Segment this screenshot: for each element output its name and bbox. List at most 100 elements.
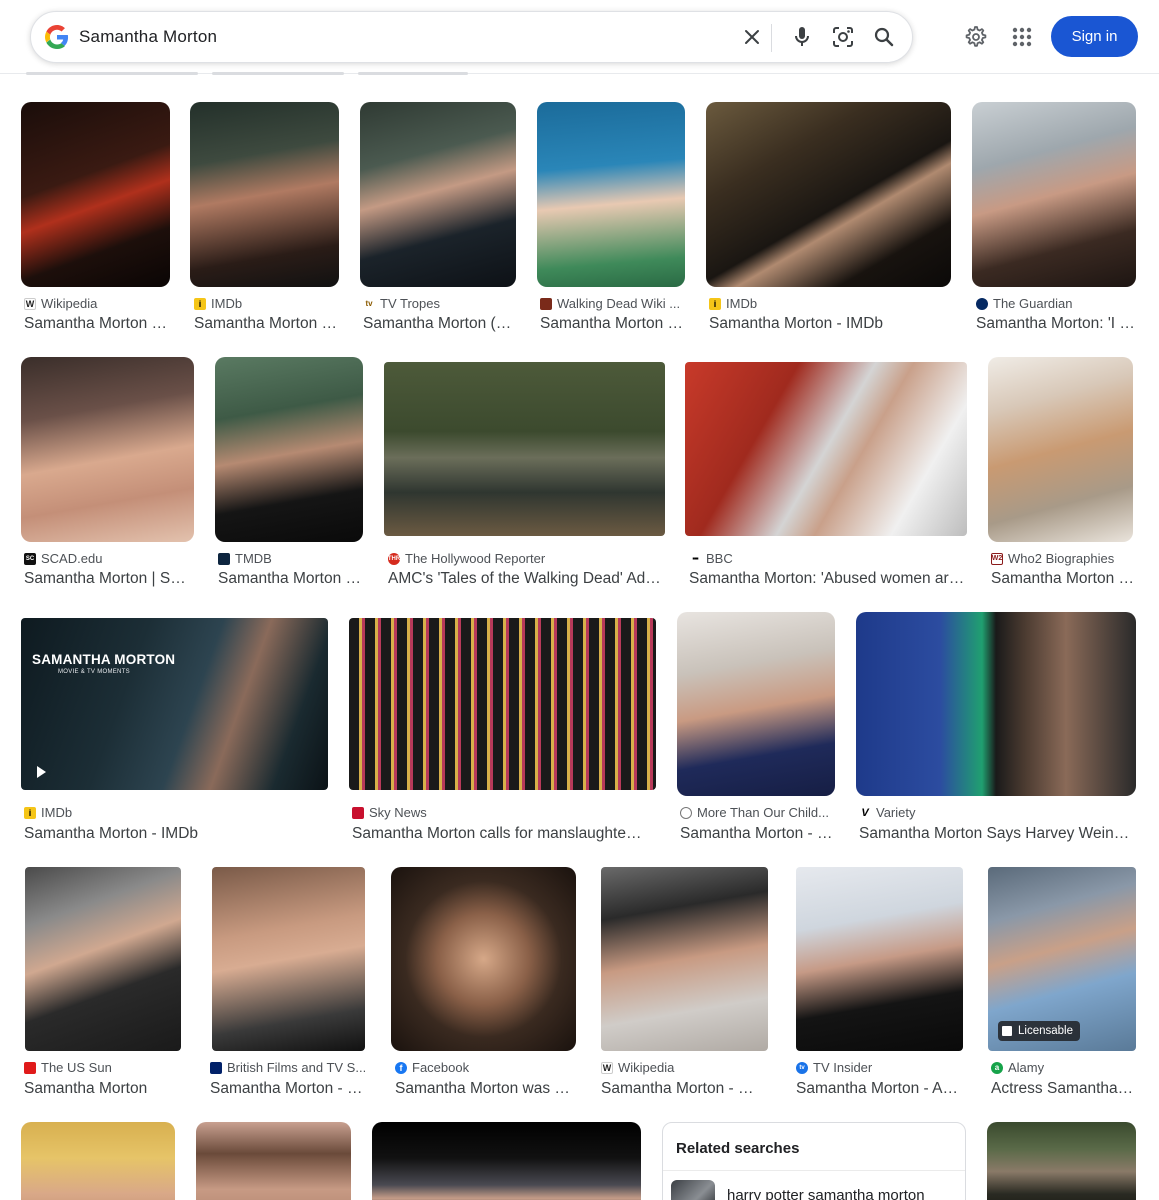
result-title[interactable]: Samantha Morton - Wikipedia bbox=[24, 315, 170, 333]
related-search-label: harry potter samantha morton bbox=[727, 1186, 925, 1200]
result-title[interactable]: Samantha Morton — The Movie Database bbox=[218, 570, 363, 588]
wikipedia-icon: W bbox=[24, 297, 36, 310]
result-title[interactable]: Samantha Morton (Creator) - TV Tropes bbox=[363, 315, 516, 333]
result-source: SC SCAD.edu bbox=[24, 551, 103, 566]
image-thumbnail[interactable] bbox=[391, 867, 576, 1051]
image-thumbnail[interactable] bbox=[349, 618, 656, 790]
wikipedia-icon: W bbox=[601, 1061, 613, 1074]
image-thumbnail[interactable] bbox=[372, 1122, 641, 1200]
image-thumbnail[interactable] bbox=[685, 362, 967, 536]
image-thumbnail[interactable] bbox=[856, 612, 1136, 796]
tvtropes-icon: tv bbox=[363, 297, 375, 310]
result-title[interactable]: Actress Samantha Morton Stock Photos bbox=[991, 1080, 1136, 1098]
image-thumbnail[interactable] bbox=[988, 357, 1133, 542]
image-thumbnail[interactable] bbox=[796, 867, 963, 1051]
more-than-our-children-icon bbox=[680, 806, 692, 819]
result-source: i IMDb bbox=[24, 805, 328, 820]
video-title: SAMANTHA MORTON bbox=[32, 652, 176, 667]
microphone-icon[interactable] bbox=[789, 24, 815, 50]
image-thumbnail[interactable] bbox=[987, 1122, 1136, 1200]
imdb-icon: i bbox=[194, 297, 206, 310]
result-title[interactable]: Samantha Morton | Walking Dead Wiki bbox=[540, 315, 685, 333]
result-source: Walking Dead Wiki ... bbox=[540, 296, 685, 311]
image-thumbnail[interactable] bbox=[190, 102, 339, 287]
result-title[interactable]: Samantha Morton Says Harvey Weinstein Tr… bbox=[859, 825, 1136, 843]
search-input[interactable]: Samantha Morton bbox=[79, 27, 217, 47]
filter-chip[interactable] bbox=[26, 72, 198, 75]
play-icon[interactable] bbox=[33, 764, 49, 780]
image-thumbnail[interactable] bbox=[384, 362, 665, 536]
imdb-icon: i bbox=[24, 806, 36, 819]
result-source: The US Sun bbox=[24, 1060, 184, 1075]
result-title[interactable]: Samantha Morton | SCAD.edu bbox=[24, 570, 194, 588]
result-title[interactable]: Samantha Morton: 'Abused women are not b… bbox=[689, 570, 967, 588]
result-title[interactable]: Samantha Morton calls for manslaughter c… bbox=[352, 825, 642, 843]
result-source: W Wikipedia bbox=[24, 296, 98, 311]
result-title[interactable]: AMC's 'Tales of the Walking Dead' Adds S… bbox=[388, 570, 665, 588]
tv-insider-icon: tv bbox=[796, 1061, 808, 1074]
result-source: British Films and TV S... bbox=[210, 1060, 365, 1075]
search-divider bbox=[771, 24, 772, 52]
image-thumbnail[interactable] bbox=[215, 357, 363, 542]
image-thumbnail[interactable] bbox=[21, 102, 170, 287]
result-title[interactable]: Samantha Morton - Wikipedia bbox=[601, 1080, 768, 1098]
image-thumbnail[interactable] bbox=[21, 1122, 175, 1200]
filter-chip[interactable] bbox=[212, 72, 344, 75]
image-thumbnail[interactable] bbox=[25, 867, 181, 1051]
image-thumbnail[interactable] bbox=[196, 1122, 351, 1200]
related-searches-title: Related searches bbox=[676, 1140, 800, 1157]
result-source: TMDB bbox=[218, 551, 363, 566]
related-search-item[interactable]: harry potter samantha morton bbox=[671, 1180, 925, 1200]
image-thumbnail[interactable] bbox=[212, 867, 365, 1051]
the-us-sun-icon bbox=[24, 1061, 36, 1074]
image-thumbnail[interactable] bbox=[537, 102, 685, 287]
walking-dead-wiki-icon bbox=[540, 297, 552, 310]
result-title[interactable]: Samantha Morton bbox=[24, 1080, 184, 1098]
result-title[interactable]: Samantha Morton - IMDb bbox=[24, 825, 328, 843]
variety-icon: V bbox=[859, 806, 871, 819]
imdb-icon: i bbox=[709, 297, 721, 310]
image-thumbnail[interactable] bbox=[677, 612, 835, 796]
licensable-badge[interactable]: Licensable bbox=[998, 1021, 1080, 1041]
result-source: ▪▪▪ BBC bbox=[689, 551, 967, 566]
search-icon[interactable] bbox=[871, 24, 897, 50]
gear-icon[interactable] bbox=[960, 22, 990, 52]
result-title[interactable]: Samantha Morton - Actress, Director bbox=[796, 1080, 963, 1098]
video-thumbnail[interactable]: SAMANTHA MORTON MOVIE & TV MOMENTS bbox=[21, 618, 328, 790]
result-title[interactable]: Samantha Morton | Who2 bbox=[991, 570, 1136, 588]
image-thumbnail[interactable] bbox=[21, 357, 194, 542]
result-title[interactable]: Samantha Morton - British Films and TV S… bbox=[210, 1080, 365, 1098]
result-title[interactable]: Samantha Morton: 'I was a very angry per… bbox=[976, 315, 1136, 333]
result-source: tv TV Insider bbox=[796, 1060, 963, 1075]
result-title[interactable]: Samantha Morton - More Than Our Children bbox=[680, 825, 835, 843]
video-subtitle: MOVIE & TV MOMENTS bbox=[58, 669, 130, 675]
image-thumbnail[interactable] bbox=[706, 102, 951, 287]
sky-news-icon bbox=[352, 806, 364, 819]
search-box[interactable]: Samantha Morton bbox=[30, 11, 913, 63]
image-thumbnail[interactable] bbox=[360, 102, 516, 287]
divider bbox=[663, 1170, 965, 1171]
image-thumbnail[interactable]: Licensable bbox=[988, 867, 1136, 1051]
result-title[interactable]: Samantha Morton - IMDb bbox=[709, 315, 951, 333]
hollywood-reporter-icon: THR bbox=[388, 552, 400, 565]
related-searches-panel: Related searches harry potter samantha m… bbox=[662, 1122, 966, 1200]
image-thumbnail[interactable] bbox=[972, 102, 1136, 287]
apps-grid-icon[interactable] bbox=[1007, 22, 1037, 52]
alamy-icon: a bbox=[991, 1061, 1003, 1074]
result-source: tv TV Tropes bbox=[363, 296, 516, 311]
license-icon bbox=[1002, 1026, 1012, 1036]
image-thumbnail[interactable] bbox=[601, 867, 768, 1051]
sign-in-button[interactable]: Sign in bbox=[1051, 16, 1138, 57]
camera-lens-icon[interactable] bbox=[830, 24, 856, 50]
result-source: f Facebook bbox=[395, 1060, 576, 1075]
search-header: Samantha Morton Sign in bbox=[0, 0, 1159, 75]
close-icon[interactable] bbox=[739, 24, 765, 50]
result-source: W Wikipedia bbox=[601, 1060, 675, 1075]
result-title[interactable]: Samantha Morton - IMDb bbox=[194, 315, 339, 333]
result-source: W2 Who2 Biographies bbox=[991, 551, 1115, 566]
result-title[interactable]: Samantha Morton was just 10 years old bbox=[395, 1080, 573, 1098]
result-source: The Guardian bbox=[976, 296, 1136, 311]
filter-chip[interactable] bbox=[358, 72, 468, 75]
tmdb-icon bbox=[218, 552, 230, 565]
related-search-thumbnail bbox=[671, 1180, 715, 1200]
